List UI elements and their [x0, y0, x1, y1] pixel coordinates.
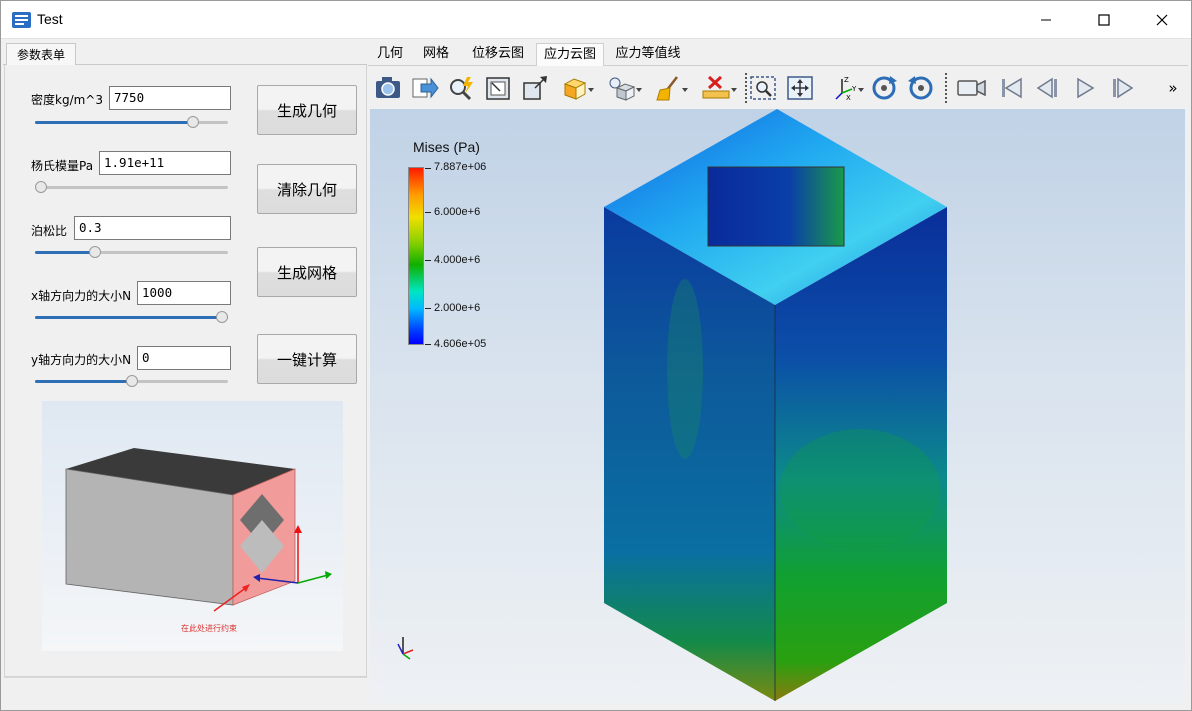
rotate-ccw-button[interactable]	[906, 73, 936, 103]
geometry-preview: 在此处进行约束	[42, 401, 343, 651]
axes-icon: ZYX	[835, 76, 864, 101]
tab-geometry[interactable]: 几何	[368, 43, 412, 66]
export-button[interactable]	[410, 73, 440, 103]
first-frame-button[interactable]	[996, 73, 1026, 103]
x-force-label: x轴方向力的大小N	[31, 289, 132, 303]
box-arrow-icon	[523, 76, 547, 100]
tab-mesh[interactable]: 网格	[412, 43, 460, 66]
window-title: Test	[37, 11, 63, 27]
tab-displacement-contour[interactable]: 位移云图	[460, 43, 536, 66]
screenshot-button[interactable]	[373, 73, 403, 103]
minimize-button[interactable]	[1017, 1, 1075, 39]
viewer-toolbar: ZYX »	[370, 67, 1188, 109]
rotate-counterclockwise-icon	[908, 76, 933, 100]
one-click-compute-button[interactable]: 一键计算	[257, 334, 357, 384]
play-icon	[1077, 77, 1095, 99]
slider-thumb[interactable]	[125, 375, 138, 387]
fit-view-button[interactable]	[785, 73, 815, 103]
slider-thumb[interactable]	[35, 181, 47, 193]
poisson-ratio-input[interactable]: 0.3	[74, 216, 231, 240]
stress-contour-model	[397, 109, 947, 701]
next-frame-button[interactable]	[1107, 73, 1137, 103]
display-mode-dropdown[interactable]	[560, 73, 596, 103]
density-input[interactable]: 7750	[109, 86, 231, 110]
x-force-input[interactable]: 1000	[137, 281, 231, 305]
skip-back-icon	[1002, 77, 1022, 99]
generate-mesh-button[interactable]: 生成网格	[257, 247, 357, 297]
density-label: 密度kg/m^3	[31, 93, 103, 107]
light-cube-icon	[609, 77, 642, 101]
tab-param-form[interactable]: 参数表单	[6, 43, 77, 66]
broom-icon	[656, 76, 688, 101]
maximize-button[interactable]	[1075, 1, 1133, 39]
tab-stress-isolines[interactable]: 应力等值线	[604, 43, 692, 66]
slider-thumb[interactable]	[216, 311, 228, 323]
cube-icon	[563, 78, 594, 100]
clear-dropdown[interactable]	[654, 73, 690, 103]
svg-text:X: X	[846, 94, 851, 101]
svg-text:Y: Y	[851, 85, 857, 93]
generate-geometry-button[interactable]: 生成几何	[257, 85, 357, 135]
view-tab-bar: 几何 网格 位移云图 应力云图 应力等值线	[368, 41, 1188, 66]
youngs-modulus-label: 杨氏模量Pa	[31, 159, 94, 173]
y-force-input[interactable]: 0	[137, 346, 231, 370]
rotate-cw-button[interactable]	[869, 73, 899, 103]
status-area	[4, 677, 367, 706]
play-button[interactable]	[1070, 73, 1100, 103]
toolbar-separator	[945, 73, 947, 103]
zoom-box-button[interactable]	[748, 73, 778, 103]
slider-thumb[interactable]	[88, 246, 101, 258]
previous-frame-button[interactable]	[1033, 73, 1063, 103]
vtk-viewport[interactable]: Mises (Pa) 7.887e+06 6.000e+6 4.000e+6 2…	[370, 109, 1185, 704]
fit-all-icon	[787, 76, 813, 100]
axes-dropdown[interactable]: ZYX	[829, 73, 865, 103]
toolbar-separator	[745, 73, 747, 103]
close-icon	[1156, 14, 1168, 26]
close-button[interactable]	[1133, 1, 1191, 39]
app-window: Test 参数表单 密度kg/m^3 7750 杨氏模量Pa 1.91e+11 …	[0, 0, 1192, 711]
youngs-modulus-input[interactable]: 1.91e+11	[99, 151, 231, 175]
box-view-icon	[486, 77, 510, 100]
poisson-ratio-label: 泊松比	[31, 224, 68, 238]
zoom-box-icon	[750, 76, 776, 100]
magnifier-lightning-icon	[450, 77, 473, 101]
app-icon	[12, 12, 31, 28]
rotate-clockwise-icon	[872, 76, 897, 100]
minimize-icon	[1041, 19, 1051, 21]
density-slider[interactable]	[35, 116, 228, 128]
clear-geometry-button[interactable]: 清除几何	[257, 164, 357, 214]
export-arrow-icon	[412, 77, 439, 99]
svg-text:Z: Z	[844, 76, 849, 84]
ruler-cross-icon	[702, 75, 737, 99]
view-iso-button[interactable]	[520, 73, 550, 103]
constraint-annotation: 在此处进行约束	[181, 624, 237, 633]
view-front-button[interactable]	[483, 73, 513, 103]
y-force-label: y轴方向力的大小N	[31, 353, 132, 367]
step-back-icon	[1036, 77, 1057, 99]
slider-thumb[interactable]	[187, 116, 200, 128]
orientation-axes-icon	[397, 637, 414, 660]
ruler-dropdown[interactable]	[700, 73, 738, 103]
youngs-modulus-slider[interactable]	[35, 181, 228, 193]
left-tab-bar: 参数表单	[3, 41, 367, 66]
x-force-slider[interactable]	[35, 311, 228, 323]
title-bar: Test	[1, 1, 1191, 39]
tab-stress-contour[interactable]: 应力云图	[536, 43, 604, 66]
lighting-dropdown[interactable]	[606, 73, 644, 103]
box-preview-illustration	[65, 448, 332, 612]
camera-icon	[376, 77, 400, 98]
record-button[interactable]	[955, 73, 989, 103]
poisson-ratio-slider[interactable]	[35, 246, 228, 258]
step-forward-icon	[1113, 77, 1134, 99]
probe-button[interactable]	[446, 73, 476, 103]
maximize-icon	[1098, 14, 1110, 26]
y-force-slider[interactable]	[35, 375, 228, 387]
video-camera-icon	[957, 79, 986, 97]
toolbar-overflow-button[interactable]: »	[1162, 73, 1184, 103]
